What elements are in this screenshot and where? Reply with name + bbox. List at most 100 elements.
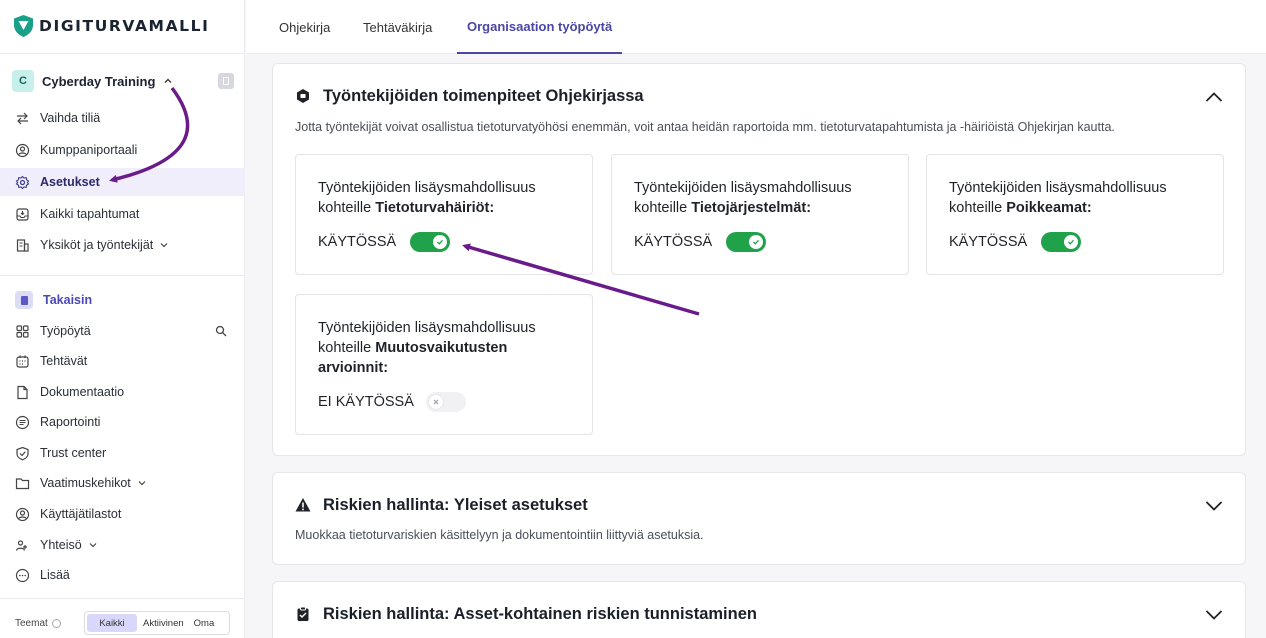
org-switcher[interactable]: C Cyberday Training: [12, 70, 234, 92]
search-icon[interactable]: [215, 325, 227, 337]
sidebar-item-label: Yksiköt ja työntekijät: [40, 238, 154, 252]
option-status: KÄYTÖSSÄ: [949, 234, 1028, 250]
sidebar-item-trust-center[interactable]: Trust center: [0, 439, 245, 467]
inbox-icon: [16, 207, 29, 221]
sidebar-item-documentation[interactable]: Dokumentaatio: [0, 378, 245, 406]
check-icon: [749, 235, 763, 249]
brand-name: DIGITURVAMALLI: [39, 17, 210, 35]
sidebar-item-user-stats[interactable]: Käyttäjätilastot: [0, 500, 245, 528]
brand-logo[interactable]: DIGITURVAMALLI: [14, 14, 210, 38]
card-header[interactable]: Työntekijöiden toimenpiteet Ohjekirjassa: [295, 84, 644, 108]
divider: [0, 275, 245, 276]
chevron-down-icon: [160, 243, 168, 248]
partner-icon: [15, 143, 30, 157]
card-description: Muokkaa tietoturvariskien käsittelyyn ja…: [295, 528, 704, 542]
sidebar-item-label: Raportointi: [40, 415, 101, 429]
option-label: Työntekijöiden lisäysmahdollisuus kohtei…: [634, 180, 852, 216]
option-label: Työntekijöiden lisäysmahdollisuus kohtei…: [949, 180, 1167, 216]
theme-option-own[interactable]: Oma: [190, 614, 219, 632]
sidebar: DIGITURVAMALLI C Cyberday Training Vaihd…: [0, 0, 245, 638]
collapse-sidebar-button[interactable]: [218, 73, 234, 89]
chevron-down-icon[interactable]: [1205, 609, 1223, 621]
panel-icon: [223, 77, 229, 85]
folder-icon: [15, 477, 30, 489]
sidebar-item-switch-account[interactable]: Vaihda tiliä: [0, 104, 245, 132]
sidebar-item-settings[interactable]: Asetukset: [0, 168, 245, 196]
sidebar-item-label: Lisää: [40, 568, 70, 582]
chevron-up-icon: [164, 78, 172, 83]
option-label: Työntekijöiden lisäysmahdollisuus kohtei…: [318, 180, 536, 216]
chevron-down-icon: [89, 543, 97, 548]
org-name: Cyberday Training: [42, 73, 156, 89]
themes-label: Teemat: [15, 611, 61, 635]
top-tabs: Ohjekirja Tehtäväkirja Organisaation työ…: [246, 0, 1266, 54]
user-stats-icon: [15, 507, 30, 521]
sidebar-item-partner-portal[interactable]: Kumppaniportaali: [0, 136, 245, 164]
document-icon: [17, 385, 28, 399]
sidebar-item-label: Kaikki tapahtumat: [40, 207, 140, 221]
sidebar-item-more[interactable]: Lisää: [0, 561, 245, 589]
sidebar-item-dashboard[interactable]: Työpöytä: [0, 317, 245, 345]
divider: [0, 53, 245, 54]
sidebar-item-tasks[interactable]: Tehtävät: [0, 347, 245, 375]
toggle-deviations[interactable]: [1041, 232, 1081, 252]
sidebar-item-community[interactable]: Yhteisö: [0, 531, 245, 559]
check-icon: [433, 235, 447, 249]
theme-option-active[interactable]: Aktiivinen: [139, 614, 188, 632]
sidebar-item-label: Tehtävät: [40, 354, 88, 368]
card-header[interactable]: Riskien hallinta: Asset-kohtainen riskie…: [295, 602, 757, 626]
back-icon: [15, 291, 33, 309]
chevron-up-icon[interactable]: [1205, 91, 1223, 103]
card-title: Riskien hallinta: Yleiset asetukset: [323, 495, 588, 514]
x-icon: [429, 395, 443, 409]
sidebar-item-frameworks[interactable]: Vaatimuskehikot: [0, 469, 245, 497]
card-header[interactable]: Riskien hallinta: Yleiset asetukset: [295, 493, 588, 517]
option-card-incidents: Työntekijöiden lisäysmahdollisuus kohtei…: [295, 154, 593, 275]
back-label: Takaisin: [43, 293, 93, 307]
sidebar-item-label: Vaihda tiliä: [40, 111, 101, 125]
shield-icon: [16, 446, 29, 460]
info-icon[interactable]: [51, 618, 61, 628]
theme-option-all[interactable]: Kaikki: [87, 614, 137, 632]
logo-shield-icon: [14, 15, 33, 37]
warning-icon: [295, 498, 311, 512]
sidebar-item-all-events[interactable]: Kaikki tapahtumat: [0, 200, 245, 228]
more-icon: [15, 568, 30, 582]
sidebar-item-label: Työpöytä: [40, 324, 91, 338]
option-status: KÄYTÖSSÄ: [318, 234, 397, 250]
sidebar-item-label: Trust center: [40, 446, 107, 460]
card-title: Työntekijöiden toimenpiteet Ohjekirjassa: [323, 86, 644, 105]
risk-general-settings-card: Riskien hallinta: Yleiset asetukset Muok…: [272, 472, 1246, 565]
org-avatar: C: [12, 70, 34, 92]
employee-actions-card: Työntekijöiden toimenpiteet Ohjekirjassa…: [272, 63, 1246, 456]
grid-icon: [16, 324, 29, 338]
toggle-change-assessments[interactable]: [426, 392, 466, 412]
sidebar-item-units-employees[interactable]: Yksiköt ja työntekijät: [0, 231, 245, 259]
hexagon-icon: [297, 89, 309, 103]
theme-filter: Kaikki Aktiivinen Oma: [84, 611, 230, 635]
building-icon: [16, 238, 29, 252]
sidebar-item-label: Asetukset: [40, 175, 100, 189]
chevron-down-icon[interactable]: [1205, 500, 1223, 512]
community-icon: [15, 539, 27, 551]
toggle-systems[interactable]: [726, 232, 766, 252]
option-label: Työntekijöiden lisäysmahdollisuus kohtei…: [318, 320, 536, 376]
option-status: EI KÄYTÖSSÄ: [318, 394, 414, 410]
option-status: KÄYTÖSSÄ: [634, 234, 713, 250]
card-title: Riskien hallinta: Asset-kohtainen riskie…: [323, 604, 757, 623]
sidebar-item-label: Dokumentaatio: [40, 385, 125, 399]
sidebar-item-label: Käyttäjätilastot: [40, 507, 122, 521]
gear-icon: [15, 175, 30, 189]
toggle-incidents[interactable]: [410, 232, 450, 252]
option-card-deviations: Työntekijöiden lisäysmahdollisuus kohtei…: [926, 154, 1224, 275]
swap-icon: [17, 112, 28, 124]
sidebar-item-reporting[interactable]: Raportointi: [0, 408, 245, 436]
back-button[interactable]: Takaisin: [0, 286, 245, 314]
sidebar-item-label: Vaatimuskehikot: [40, 476, 131, 490]
sidebar-item-label: Kumppaniportaali: [40, 143, 138, 157]
tab-taskbook[interactable]: Tehtäväkirja: [363, 0, 432, 54]
tab-org-dashboard[interactable]: Organisaation työpöytä: [457, 0, 623, 54]
tab-handbook[interactable]: Ohjekirja: [279, 0, 330, 54]
clipboard-icon: [297, 606, 309, 621]
option-card-systems: Työntekijöiden lisäysmahdollisuus kohtei…: [611, 154, 909, 275]
